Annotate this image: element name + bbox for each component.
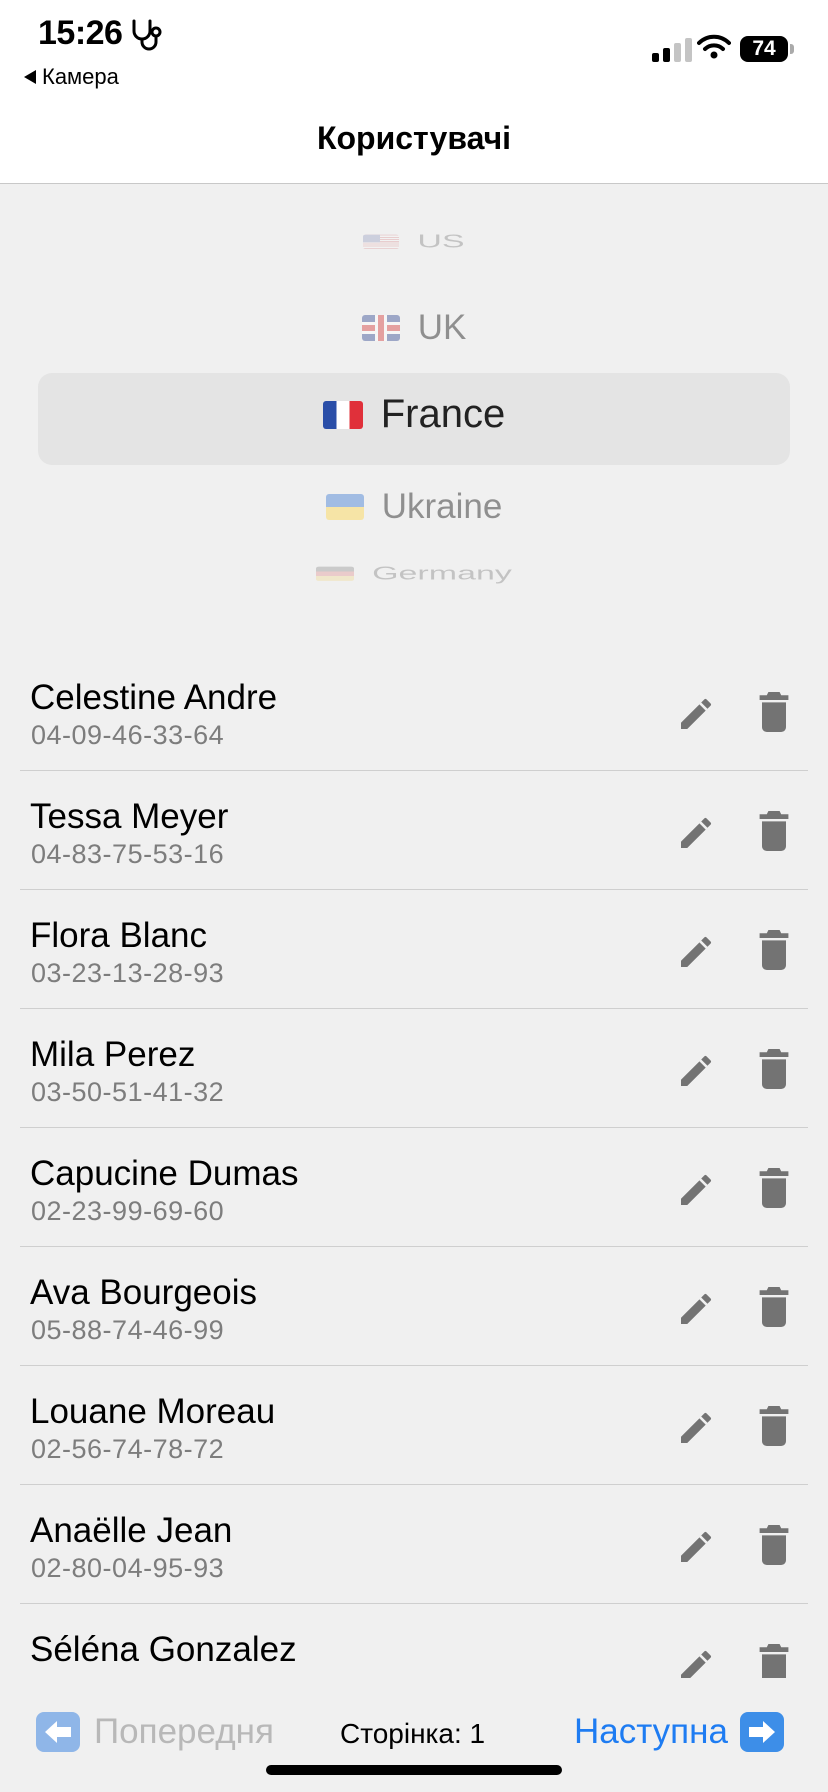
list-item[interactable]: Tessa Meyer 04-83-75-53-16: [0, 771, 828, 890]
list-item[interactable]: Ava Bourgeois 05-88-74-46-99: [0, 1247, 828, 1366]
user-phone: 03-50-51-41-32: [31, 1077, 225, 1107]
pencil-icon[interactable]: [676, 1408, 716, 1448]
battery-cap: [790, 44, 794, 54]
picker-item-label: Ukraine: [381, 487, 503, 526]
ukraine-flag-icon: [325, 494, 364, 520]
back-triangle-icon: [24, 70, 36, 84]
user-name: Anaëlle Jean: [30, 1511, 233, 1550]
status-bar: 15:26 Камера 74: [0, 0, 828, 100]
list-item[interactable]: Séléna Gonzalez: [0, 1604, 828, 1678]
user-name: Tessa Meyer: [30, 797, 229, 836]
list-item[interactable]: Flora Blanc 03-23-13-28-93: [0, 890, 828, 1009]
trash-icon[interactable]: [758, 1406, 790, 1446]
trash-icon[interactable]: [758, 1644, 790, 1678]
us-flag-icon: [363, 234, 400, 249]
picker-item-label: Germany: [372, 562, 512, 584]
stethoscope-icon: [132, 19, 162, 51]
picker-item-ukraine[interactable]: Ukraine: [0, 487, 828, 527]
uk-flag-icon: [361, 315, 400, 341]
user-name: Mila Perez: [30, 1035, 196, 1074]
trash-icon[interactable]: [758, 811, 790, 851]
right-arrow-icon: [739, 1712, 784, 1752]
page-title: Користувачі: [316, 120, 512, 156]
previous-page-label: Попередня: [94, 1712, 274, 1751]
battery-level: 74: [752, 37, 776, 60]
page-indicator: Сторінка: 1: [340, 1718, 486, 1749]
users-list[interactable]: Celestine Andre 04-09-46-33-64 Tessa Mey…: [0, 652, 828, 1678]
trash-icon[interactable]: [758, 930, 790, 970]
picker-item-us[interactable]: US: [0, 231, 828, 252]
trash-icon[interactable]: [758, 1049, 790, 1089]
user-name: Capucine Dumas: [30, 1154, 299, 1193]
user-phone: 05-88-74-46-99: [31, 1315, 225, 1345]
pencil-icon[interactable]: [676, 1646, 716, 1678]
user-phone: 02-80-04-95-93: [31, 1553, 225, 1583]
trash-icon[interactable]: [758, 1287, 790, 1327]
next-page-label: Наступна: [574, 1712, 728, 1751]
pencil-icon[interactable]: [676, 813, 716, 853]
picker-item-label: US: [417, 230, 465, 252]
picker-item-label: UK: [417, 308, 467, 347]
pencil-icon[interactable]: [676, 1527, 716, 1567]
user-phone: 02-23-99-69-60: [31, 1196, 225, 1226]
picker-item-uk[interactable]: UK: [0, 308, 828, 348]
user-name: Louane Moreau: [30, 1392, 276, 1431]
user-name: Celestine Andre: [30, 678, 278, 717]
list-item[interactable]: Celestine Andre 04-09-46-33-64: [0, 652, 828, 771]
pencil-icon[interactable]: [676, 1170, 716, 1210]
next-page-button[interactable]: Наступна: [574, 1712, 784, 1752]
germany-flag-icon: [316, 566, 355, 581]
pencil-icon[interactable]: [676, 1051, 716, 1091]
wifi-icon: [697, 34, 731, 59]
user-name: Séléna Gonzalez: [30, 1630, 297, 1669]
navigation-bar: Користувачі: [0, 100, 828, 184]
list-item[interactable]: Louane Moreau 02-56-74-78-72: [0, 1366, 828, 1485]
pencil-icon[interactable]: [676, 1289, 716, 1329]
pencil-icon[interactable]: [676, 932, 716, 972]
user-phone: 04-83-75-53-16: [31, 839, 225, 869]
user-name: Flora Blanc: [30, 916, 208, 955]
user-phone: 02-56-74-78-72: [31, 1434, 225, 1464]
previous-page-button[interactable]: Попередня: [36, 1712, 274, 1752]
france-flag-icon: [322, 400, 363, 429]
back-app-label: Камера: [42, 64, 119, 89]
list-item[interactable]: Capucine Dumas 02-23-99-69-60: [0, 1128, 828, 1247]
back-to-app-link[interactable]: Камера: [24, 64, 119, 90]
picker-item-france[interactable]: France: [0, 392, 828, 437]
picker-item-label: France: [380, 392, 506, 436]
trash-icon[interactable]: [758, 1168, 790, 1208]
list-item[interactable]: Anaëlle Jean 02-80-04-95-93: [0, 1485, 828, 1604]
battery-icon: 74: [740, 36, 788, 62]
picker-item-germany[interactable]: Germany: [0, 563, 828, 584]
status-time: 15:26: [38, 14, 123, 52]
country-picker[interactable]: US UK France Ukraine Germany: [0, 184, 828, 624]
list-item[interactable]: Mila Perez 03-50-51-41-32: [0, 1009, 828, 1128]
trash-icon[interactable]: [758, 692, 790, 732]
pencil-icon[interactable]: [676, 694, 716, 734]
signal-icon: [652, 38, 692, 62]
home-indicator[interactable]: [266, 1765, 562, 1775]
user-phone: 03-23-13-28-93: [31, 958, 225, 988]
user-phone: 04-09-46-33-64: [31, 720, 225, 750]
trash-icon[interactable]: [758, 1525, 790, 1565]
left-arrow-icon: [36, 1712, 80, 1752]
user-name: Ava Bourgeois: [30, 1273, 258, 1312]
